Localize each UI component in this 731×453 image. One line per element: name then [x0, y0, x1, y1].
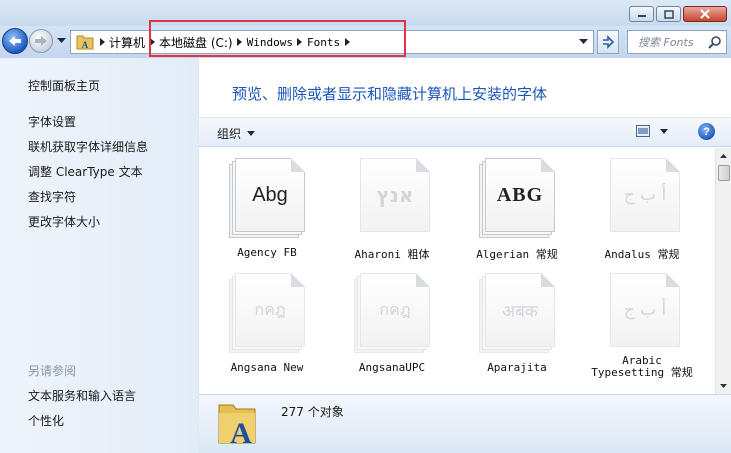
help-button[interactable]: ? [698, 123, 715, 140]
font-name: Agency FB [237, 246, 297, 259]
search-placeholder: 搜索 Fonts [638, 36, 694, 49]
chevron-down-icon [660, 128, 668, 134]
main-content: 预览、删除或者显示和隐藏计算机上安装的字体 组织 ? Abg Agency FB [199, 58, 731, 394]
window-controls [629, 6, 727, 22]
breadcrumb-separator-icon[interactable] [340, 38, 354, 46]
font-preview-icon: أ ب ج [604, 158, 680, 238]
minimize-icon [637, 15, 646, 17]
address-dropdown-icon[interactable] [579, 39, 588, 45]
page-title: 预览、删除或者显示和隐藏计算机上安装的字体 [232, 85, 548, 103]
adjust-cleartype-link[interactable]: 调整 ClearType 文本 [28, 163, 143, 180]
navigation-pane: 控制面板主页 字体设置 联机获取字体详细信息 调整 ClearType 文本 查… [0, 58, 198, 453]
font-preview-icon: Abg [229, 158, 305, 238]
font-preview-glyph: ABG [496, 183, 544, 206]
font-tile-arabic-typesetting[interactable]: أ ب ج Arabic Typesetting 常规 [584, 263, 700, 379]
scroll-thumb[interactable] [718, 165, 730, 181]
font-name: Andalus 常规 [604, 248, 680, 261]
font-preview-glyph: กคฎ [379, 299, 411, 319]
font-tile-angsana-new[interactable]: กคฎ Angsana New [209, 263, 325, 379]
font-tile-andalus[interactable]: أ ب ج Andalus 常规 [584, 148, 700, 264]
font-tile-agency-fb[interactable]: Abg Agency FB [209, 148, 325, 264]
scroll-down-icon [720, 384, 727, 388]
organize-label: 组织 [217, 127, 242, 141]
font-preview-icon: กคฎ [229, 273, 305, 353]
breadcrumb-local-disk[interactable]: 本地磁盘 (C:) [159, 34, 233, 51]
font-name: Arabic Typesetting 常规 [591, 354, 693, 379]
chevron-down-icon [247, 131, 256, 136]
svg-text:A: A [82, 40, 89, 50]
font-preview-glyph: अबक [502, 301, 538, 322]
address-bar[interactable]: A 计算机 本地磁盘 (C:) Windows Fonts [70, 30, 594, 54]
font-preview-icon: ABG [479, 158, 555, 238]
maximize-button[interactable] [656, 6, 681, 22]
font-name: Aparajita [487, 361, 547, 374]
breadcrumb-separator-icon[interactable] [293, 38, 307, 46]
change-view-button[interactable] [636, 125, 668, 137]
find-character-link[interactable]: 查找字符 [28, 188, 76, 205]
font-preview-glyph: أ ب ج [623, 300, 667, 320]
scroll-up-button[interactable] [716, 148, 731, 164]
fonts-folder-large-icon: A [218, 404, 256, 447]
recent-pages-dropdown[interactable] [57, 38, 66, 44]
minimize-button[interactable] [629, 6, 654, 22]
svg-text:A: A [230, 417, 252, 447]
breadcrumb-computer[interactable]: 计算机 [109, 34, 145, 51]
font-name: Aharoni 粗体 [354, 248, 430, 261]
back-button[interactable] [2, 28, 28, 54]
font-grid: Abg Agency FB אנץ Aharoni 粗体 ABG Algeria… [199, 148, 715, 394]
personalization-link[interactable]: 个性化 [28, 412, 64, 429]
breadcrumb-separator-icon[interactable] [95, 38, 109, 46]
font-tile-aparajita[interactable]: अबक Aparajita [459, 263, 575, 379]
command-bar: 组织 ? [199, 117, 731, 147]
forward-button[interactable] [29, 29, 53, 53]
change-font-size-link[interactable]: 更改字体大小 [28, 213, 100, 230]
font-name: Angsana New [230, 361, 304, 374]
search-input[interactable]: 搜索 Fonts [627, 30, 727, 54]
breadcrumb-fonts[interactable]: Fonts [307, 36, 340, 49]
breadcrumb-separator-icon[interactable] [145, 38, 159, 46]
breadcrumb-windows[interactable]: Windows [247, 36, 293, 49]
font-name: Algerian 常规 [476, 248, 558, 261]
breadcrumb-separator-icon[interactable] [233, 38, 247, 46]
font-preview-icon: אנץ [354, 158, 430, 238]
text-services-link[interactable]: 文本服务和输入语言 [28, 387, 136, 404]
font-preview-icon: أ ب ج [604, 273, 680, 353]
font-preview-glyph: أ ب ج [623, 185, 667, 205]
fonts-folder-icon: A [76, 35, 94, 50]
font-name: AngsanaUPC [358, 361, 426, 374]
font-preview-glyph: Abg [252, 183, 288, 206]
font-preview-icon: अबक [479, 273, 555, 353]
navigation-bar: A 计算机 本地磁盘 (C:) Windows Fonts 搜索 Fonts [0, 26, 731, 58]
see-also-heading: 另请参阅 [28, 364, 77, 378]
details-pane: A 277 个对象 [199, 394, 731, 453]
scroll-up-icon [720, 154, 727, 158]
font-tile-angsanaupc[interactable]: กคฎ AngsanaUPC [334, 263, 450, 379]
font-tile-aharoni[interactable]: אנץ Aharoni 粗体 [334, 148, 450, 264]
title-bar [0, 0, 731, 28]
get-font-info-online-link[interactable]: 联机获取字体详细信息 [28, 138, 148, 155]
font-settings-link[interactable]: 字体设置 [28, 113, 76, 130]
item-count: 277 个对象 [281, 405, 344, 419]
font-tile-algerian[interactable]: ABG Algerian 常规 [459, 148, 575, 264]
close-icon [700, 9, 710, 19]
organize-button[interactable]: 组织 [217, 125, 256, 142]
back-arrow-icon [9, 36, 21, 46]
refresh-icon [603, 35, 615, 49]
close-button[interactable] [683, 6, 727, 22]
forward-arrow-icon [35, 36, 47, 46]
maximize-icon [663, 9, 674, 19]
refresh-button[interactable] [597, 30, 619, 54]
font-preview-glyph: אנץ [376, 183, 414, 207]
search-icon[interactable] [708, 35, 722, 49]
view-icon [636, 125, 650, 137]
control-panel-home-link[interactable]: 控制面板主页 [28, 77, 100, 94]
font-preview-glyph: กคฎ [254, 299, 286, 319]
vertical-scrollbar[interactable] [715, 148, 731, 394]
font-preview-icon: กคฎ [354, 273, 430, 353]
scroll-down-button[interactable] [716, 378, 731, 394]
